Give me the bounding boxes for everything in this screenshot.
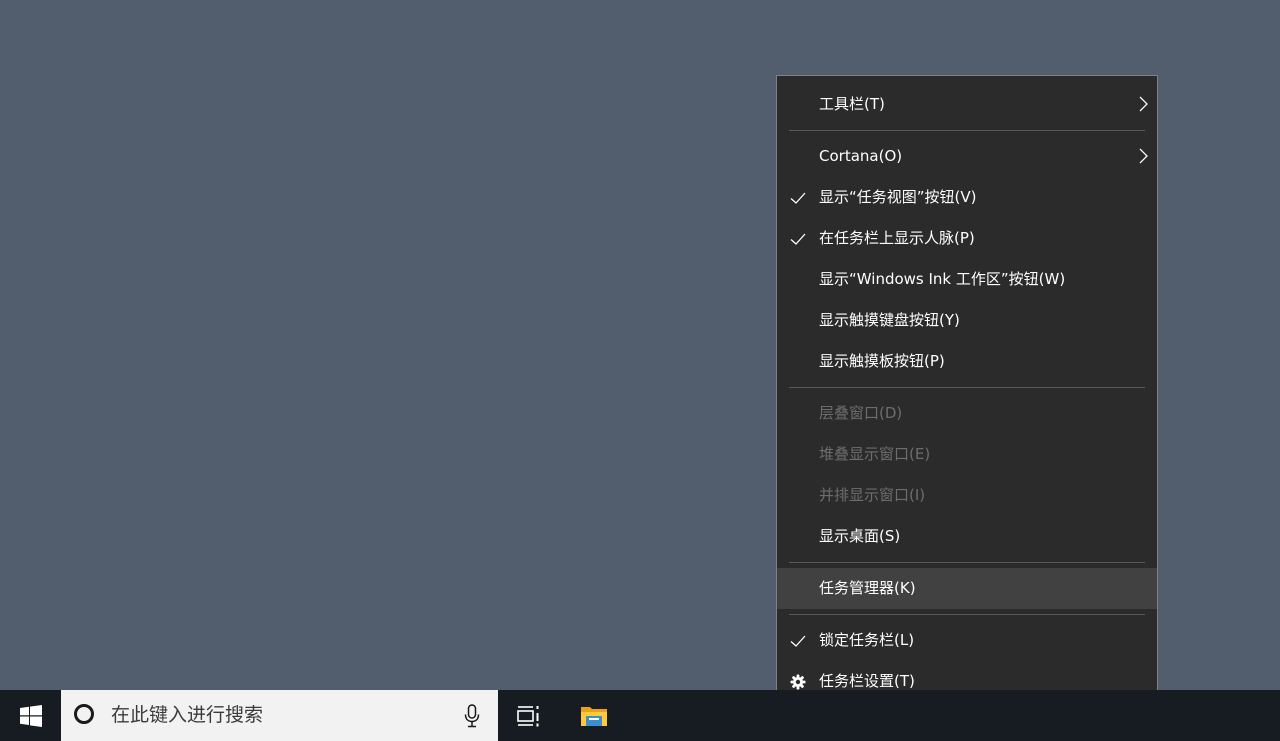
windows-logo-icon — [19, 704, 42, 727]
menu-item-label: 显示“Windows Ink 工作区”按钮(W) — [819, 270, 1066, 288]
menu-item-label: Cortana(O) — [819, 147, 903, 165]
file-explorer-folder-icon — [581, 706, 607, 726]
menu-item-label: 工具栏(T) — [819, 95, 885, 113]
menu-item-label: 层叠窗口(D) — [819, 404, 903, 422]
cortana-ring-icon[interactable] — [74, 704, 94, 724]
menu-item-show-windows-ink-button[interactable]: 显示“Windows Ink 工作区”按钮(W) — [777, 259, 1157, 300]
menu-item-label: 并排显示窗口(I) — [819, 486, 926, 504]
taskbar-context-menu: 工具栏(T) Cortana(O) 显示“任务视图”按钮(V) 在任务栏上显示人… — [776, 75, 1158, 709]
menu-item-toolbars[interactable]: 工具栏(T) — [777, 84, 1157, 125]
menu-item-label: 在任务栏上显示人脉(P) — [819, 229, 975, 247]
menu-item-cortana[interactable]: Cortana(O) — [777, 136, 1157, 177]
task-view-button[interactable] — [505, 690, 553, 741]
menu-item-cascade-windows: 层叠窗口(D) — [777, 393, 1157, 434]
menu-item-label: 任务管理器(K) — [819, 579, 916, 597]
checkmark-icon — [790, 233, 806, 245]
menu-item-label: 显示“任务视图”按钮(V) — [819, 188, 977, 206]
menu-item-label: 显示触摸键盘按钮(Y) — [819, 311, 960, 329]
microphone-icon[interactable] — [463, 704, 481, 728]
menu-item-show-task-view-button[interactable]: 显示“任务视图”按钮(V) — [777, 177, 1157, 218]
menu-separator — [777, 382, 1157, 393]
checkmark-icon — [790, 635, 806, 647]
menu-item-label: 显示触摸板按钮(P) — [819, 352, 945, 370]
menu-item-stack-windows: 堆叠显示窗口(E) — [777, 434, 1157, 475]
menu-separator — [777, 557, 1157, 568]
checkmark-icon — [790, 192, 806, 204]
chevron-right-icon — [1139, 148, 1148, 164]
gear-icon — [790, 674, 806, 690]
menu-item-label: 锁定任务栏(L) — [819, 631, 915, 649]
menu-item-label: 显示桌面(S) — [819, 527, 901, 545]
menu-item-side-by-side-windows: 并排显示窗口(I) — [777, 475, 1157, 516]
menu-item-lock-taskbar[interactable]: 锁定任务栏(L) — [777, 620, 1157, 661]
search-placeholder[interactable]: 在此键入进行搜索 — [111, 690, 263, 741]
taskbar: 在此键入进行搜索 — [0, 690, 1280, 741]
menu-item-show-desktop[interactable]: 显示桌面(S) — [777, 516, 1157, 557]
menu-separator — [777, 609, 1157, 620]
start-button[interactable] — [0, 690, 61, 741]
menu-item-show-touchpad-button[interactable]: 显示触摸板按钮(P) — [777, 341, 1157, 382]
task-view-icon — [517, 705, 539, 726]
chevron-right-icon — [1139, 96, 1148, 112]
menu-item-label: 堆叠显示窗口(E) — [819, 445, 931, 463]
file-explorer-button[interactable] — [569, 690, 619, 741]
search-box[interactable]: 在此键入进行搜索 — [61, 690, 498, 741]
menu-item-show-people[interactable]: 在任务栏上显示人脉(P) — [777, 218, 1157, 259]
menu-item-show-touch-keyboard-button[interactable]: 显示触摸键盘按钮(Y) — [777, 300, 1157, 341]
menu-item-task-manager[interactable]: 任务管理器(K) — [777, 568, 1157, 609]
menu-separator — [777, 125, 1157, 136]
